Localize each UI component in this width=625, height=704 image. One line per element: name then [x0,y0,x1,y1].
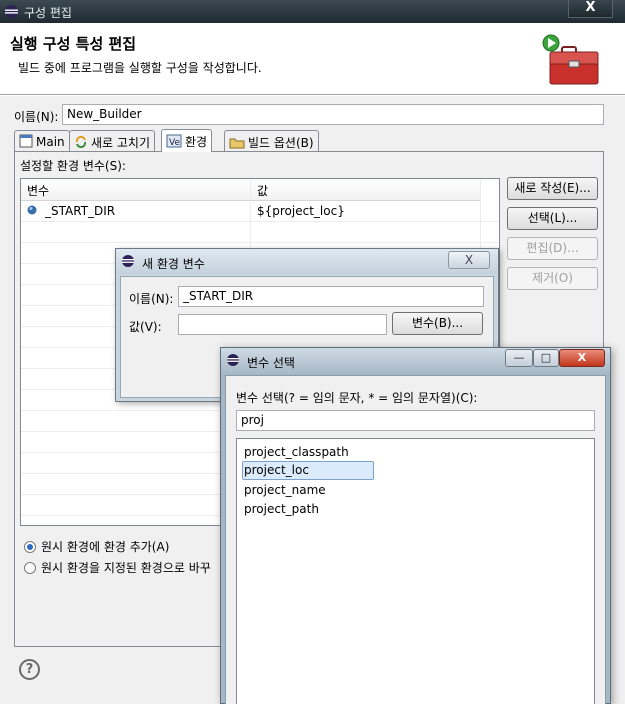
radio-replace-environment[interactable]: 원시 환경을 지정된 환경으로 바꾸 [24,559,211,576]
maximize-icon: □ [540,351,552,364]
tab-environment[interactable]: Ve 환경 [161,129,213,152]
eclipse-icon [121,254,135,271]
env-vars-label: 설정할 환경 변수(S): [20,159,126,173]
build-options-icon [229,135,245,152]
variable-icon [27,204,37,218]
eclipse-icon [226,353,240,370]
list-item[interactable]: project_path [242,500,321,519]
minimize-icon: — [513,351,525,364]
variables-button[interactable]: 변수(B)... [392,312,483,335]
table-row [21,222,499,243]
table-row[interactable]: _START_DIR ${project_loc} [21,201,499,222]
page-description: 빌드 중에 프로그램을 실행할 구성을 작성합니다. [18,61,262,75]
env-value-input[interactable] [178,314,387,335]
radio-append-label: 원시 환경에 환경 추가(A) [41,540,170,554]
maximize-button[interactable]: □ [533,349,559,367]
window-titlebar: 구성 편집 X [0,0,625,23]
column-header-value[interactable]: 값 [251,179,481,201]
radio-replace-label: 원시 환경을 지정된 환경으로 바꾸 [41,561,211,575]
eclipse-icon [4,4,19,22]
tab-main-label: Main [36,135,65,149]
env-value-label: 값(V): [129,320,162,334]
radio-unchecked-icon [24,562,36,574]
dialog-close-button[interactable]: X [448,251,490,269]
table-cell-variable: _START_DIR [45,204,116,218]
tab-environment-label: 환경 [185,135,208,149]
toolbox-icon [542,33,604,88]
window-close-button[interactable]: X [568,0,613,18]
radio-checked-icon [24,541,36,553]
env-name-input[interactable]: _START_DIR [178,286,484,307]
name-label: 이름(N): [14,110,59,124]
tab-main[interactable]: Main [14,130,70,151]
select-variable-button[interactable]: 선택(L)... [507,207,598,230]
list-item[interactable]: project_classpath [242,443,351,462]
radio-append-environment[interactable]: 원시 환경에 환경 추가(A) [24,538,169,555]
variable-filter-input[interactable]: proj [236,410,595,431]
env-name-label: 이름(N): [129,292,174,306]
edit-variable-button[interactable]: 편집(D)... [507,237,598,260]
dialog-titlebar: 새 환경 변수 X [116,249,498,274]
window-title: 구성 편집 [24,6,72,20]
minimize-button[interactable]: — [505,349,533,367]
tab-build-options[interactable]: 빌드 옵션(B) [224,130,319,151]
name-input[interactable]: New_Builder [62,104,604,125]
close-icon: X [464,253,474,267]
close-icon: X [577,351,587,364]
list-item-selected[interactable]: project_loc [242,461,374,480]
main-icon [19,134,33,151]
tab-build-options-label: 빌드 옵션(B) [248,136,314,150]
dialog-titlebar: 변수 선택 — □ X [221,348,610,373]
help-icon[interactable]: ? [19,659,40,680]
page-title: 실행 구성 특성 편집 [10,35,137,53]
refresh-icon [74,135,88,152]
tab-refresh[interactable]: 새로 고치기 [69,130,156,152]
list-item[interactable]: project_name [242,481,328,500]
new-variable-button[interactable]: 새로 작성(E)... [507,177,598,200]
remove-variable-button[interactable]: 제거(O) [507,267,598,290]
header-banner: 실행 구성 특성 편집 빌드 중에 프로그램을 실행할 구성을 작성합니다. [0,23,625,95]
table-cell-value: ${project_loc} [257,204,345,218]
variable-list[interactable]: project_classpath project_loc project_na… [236,438,595,704]
dialog-title: 새 환경 변수 [142,257,205,271]
close-icon: X [585,0,596,15]
dialog-close-button[interactable]: X [559,349,605,367]
column-header-variable[interactable]: 변수 [21,179,251,201]
filter-prompt-label: 변수 선택(? = 임의 문자, * = 임의 문자열)(C): [236,391,478,405]
tab-refresh-label: 새로 고치기 [91,136,151,150]
environment-icon: Ve [166,134,182,151]
svg-text:Ve: Ve [169,138,180,148]
dialog-title: 변수 선택 [247,356,295,370]
